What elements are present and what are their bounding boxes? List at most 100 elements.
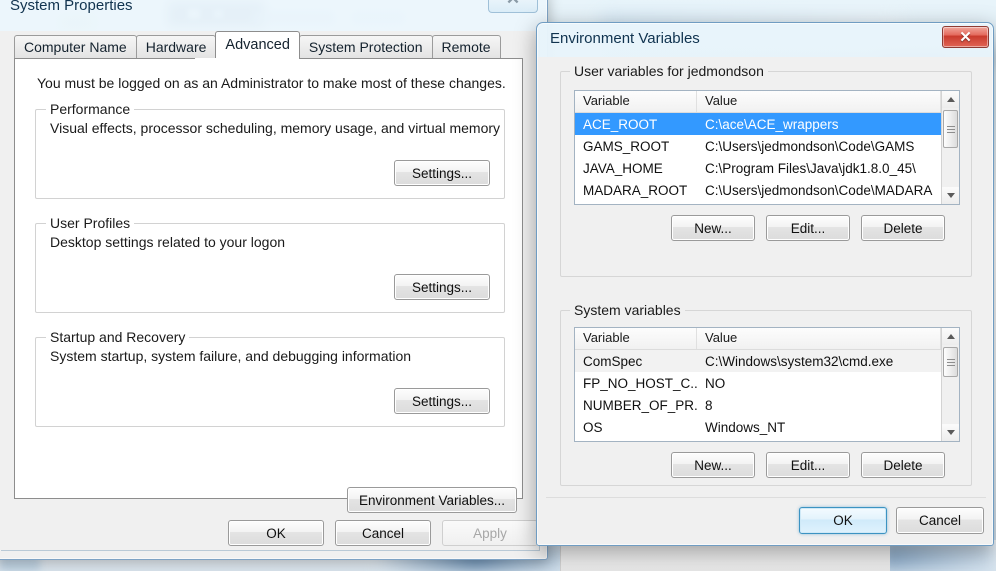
table-row[interactable]: FP_NO_HOST_C... NO [575,372,941,394]
tab-label: Advanced [225,37,290,53]
tab-system-protection[interactable]: System Protection [298,35,433,59]
user-profiles-settings-button[interactable]: Settings... [394,274,490,300]
cell-variable: FP_NO_HOST_C... [583,375,697,391]
user-variables-button-row: New... Edit... Delete [671,215,945,241]
column-header-variable[interactable]: Variable [575,328,697,349]
button-label: Settings... [411,165,473,181]
cell-variable: Path [575,205,697,206]
environment-variables-cancel-button[interactable]: Cancel [896,507,984,534]
scroll-up-icon[interactable] [942,91,959,108]
tab-label: Hardware [145,39,207,55]
group-performance-title: Performance [46,101,135,117]
user-variables-edit-button[interactable]: Edit... [766,215,850,241]
cell-variable: JAVA_HOME [583,160,663,176]
column-header-variable[interactable]: Variable [575,91,697,112]
table-row[interactable]: ACE_ROOT C:\ace\ACE_wrappers [575,113,941,135]
environment-variables-client-area: User variables for jedmondson Variable V… [546,57,986,538]
tab-computer-name[interactable]: Computer Name [14,35,137,59]
table-row[interactable]: OS Windows_NT [575,416,941,438]
environment-variables-dialog: Environment Variables ✕ User variables f… [536,22,994,546]
group-system-variables-title: System variables [570,302,685,318]
column-header-value[interactable]: Value [697,328,941,349]
close-glyph: ✕ [959,29,972,46]
system-properties-apply-button: Apply [442,520,538,546]
cell-value: 8 [705,397,713,413]
table-row[interactable]: ComSpec C:\Windows\system32\cmd.exe [575,350,941,372]
button-label: Edit... [790,220,826,236]
performance-settings-button[interactable]: Settings... [394,160,490,186]
button-label: Settings... [411,393,473,409]
scrollbar-grip [946,125,955,133]
environment-variables-title-text: Environment Variables [550,30,700,47]
group-startup-recovery-description: System startup, system failure, and debu… [50,348,412,364]
column-header-value[interactable]: Value [697,91,941,112]
system-variables-new-button[interactable]: New... [671,452,755,478]
tabpage-advanced: You must be logged on as an Administrato… [14,59,523,499]
scroll-down-icon[interactable] [942,187,959,204]
system-variables-list[interactable]: Variable Value ComSpec C:\Windows\system… [574,327,960,442]
table-row[interactable]: Path %ACE_ROOT%\lib;%ACE_ROOT%\bi [575,201,941,206]
active-tab-seam [195,58,275,60]
group-user-variables: User variables for jedmondson Variable V… [560,63,972,277]
cell-variable: GAMS_ROOT [583,138,670,154]
tab-remote[interactable]: Remote [431,35,501,59]
system-properties-ok-button[interactable]: OK [228,520,324,546]
user-variables-scrollbar[interactable] [941,91,959,204]
system-variables-header-row: Variable Value [575,328,941,350]
cell-variable: ComSpec [583,353,643,369]
table-row[interactable]: GAMS_ROOT C:\Users\jedmondson\Code\GAMS [575,135,941,157]
tab-advanced[interactable]: Advanced [215,31,300,59]
system-variables-delete-button[interactable]: Delete [861,452,945,478]
button-label: OK [266,525,286,541]
group-startup-recovery-title: Startup and Recovery [46,329,190,345]
system-properties-title-bar: System Properties [0,0,547,21]
system-variables-edit-button[interactable]: Edit... [766,452,850,478]
group-user-profiles-title: User Profiles [46,215,135,231]
table-row[interactable]: JAVA_HOME C:\Program Files\Java\jdk1.8.0… [575,157,941,179]
table-row[interactable]: NUMBER_OF_PR... 8 [575,394,941,416]
close-icon[interactable]: ✕ [942,26,989,48]
scroll-down-icon[interactable] [942,424,959,441]
tab-label: Remote [441,39,491,55]
system-variables-button-row: New... Edit... Delete [671,452,945,478]
environment-variables-button[interactable]: Environment Variables... [347,487,517,513]
environment-variables-footer: OK Cancel [546,497,986,538]
user-variables-delete-button[interactable]: Delete [861,215,945,241]
cell-value: %ACE_ROOT%\lib;%ACE_ROOT%\bi [697,205,941,206]
button-label: Delete [883,220,923,236]
scroll-up-icon[interactable] [942,328,959,345]
system-properties-cancel-button[interactable]: Cancel [335,520,431,546]
user-variables-new-button[interactable]: New... [671,215,755,241]
button-label: New... [694,220,732,236]
cell-value: C:\Program Files\Java\jdk1.8.0_45\ [705,160,916,176]
system-properties-window: System Properties ✕ Computer Name Hardwa… [0,0,548,560]
user-variables-header-row: Variable Value [575,91,941,113]
cell-variable: OS [583,419,603,435]
system-properties-title-text: System Properties [10,0,133,14]
cell-value: C:\ace\ACE_wrappers [705,116,839,132]
table-row[interactable]: MADARA_ROOT C:\Users\jedmondson\Code\MAD… [575,179,941,201]
user-variables-list[interactable]: Variable Value ACE_ROOT C:\ace\ACE_wrapp… [574,90,960,205]
cell-variable: MADARA_ROOT [583,182,688,198]
environment-variables-ok-button[interactable]: OK [799,507,887,534]
table-row[interactable]: Path C:\Program Files\Java\jdk1.8.0_45\b… [575,438,941,441]
scrollbar-thumb[interactable] [943,110,958,148]
button-label: Edit... [790,457,826,473]
group-user-variables-title: User variables for jedmondson [570,63,768,79]
environment-variables-title-bar: Environment Variables [537,23,993,53]
scrollbar-thumb[interactable] [943,347,958,377]
group-user-profiles-description: Desktop settings related to your logon [50,234,286,250]
group-performance-description: Visual effects, processor scheduling, me… [50,120,501,136]
startup-recovery-settings-button[interactable]: Settings... [394,388,490,414]
button-label: Delete [883,457,923,473]
button-label: Apply [473,525,507,541]
cell-value: C:\Windows\system32\cmd.exe [705,353,894,369]
administrator-note: You must be logged on as an Administrato… [37,75,506,91]
button-label: New... [694,457,732,473]
system-properties-tabstrip: Computer Name Hardware Advanced System P… [14,31,501,59]
close-icon[interactable]: ✕ [488,0,538,13]
tab-hardware[interactable]: Hardware [135,35,217,59]
cell-value: NO [705,375,726,391]
system-variables-scrollbar[interactable] [941,328,959,441]
cell-variable: ACE_ROOT [583,116,658,132]
